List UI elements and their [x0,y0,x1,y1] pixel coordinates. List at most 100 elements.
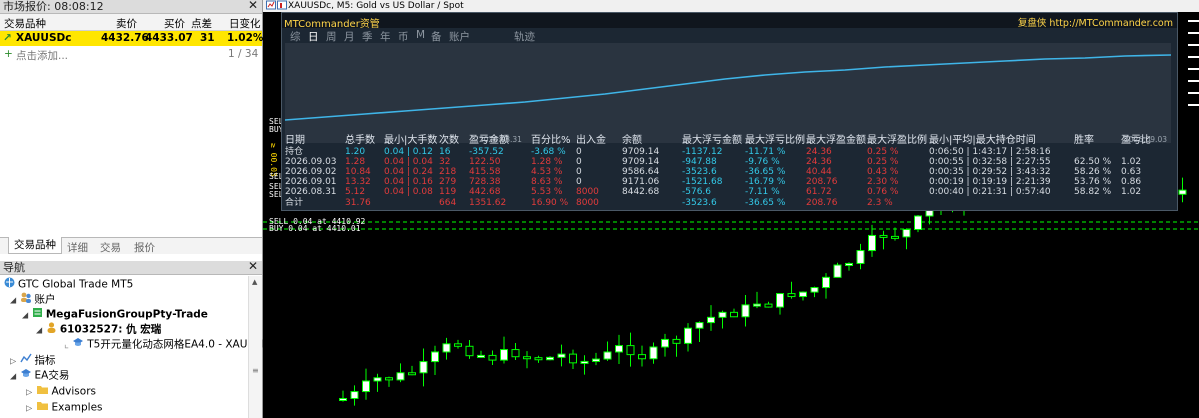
tree-item-indicators[interactable]: ▷ 指标 [10,353,56,367]
column-spread[interactable]: 点差 [191,16,212,31]
tab-notes[interactable]: 备 [431,29,442,44]
tab-symbols[interactable]: 交易品种 [8,237,62,254]
candle-body [730,311,738,318]
candle-body [638,354,646,360]
col-maxup: 最大浮盈金额 [806,135,866,146]
candle-body [753,303,761,307]
tree-item-examples[interactable]: ▷ Examples [26,400,103,414]
cell-flow: 0 [576,147,582,157]
cell-count: 279 [439,177,457,187]
tree-item-label: Examples [51,401,103,414]
cell-balance: 9709.14 [622,157,660,167]
tab-quarterly[interactable]: 季 [362,29,373,44]
cell-pct: 16.90 % [531,198,569,208]
col-maxddp: 最大浮亏比例 [745,135,805,146]
navigator-scrollbar[interactable]: ▲ ≡ [248,276,262,418]
tree-item-account[interactable]: ◢ 61032527: 仇 宏瑞 [36,322,161,336]
cell-pct: 8.63 % [531,177,563,187]
col-ratio: 盈亏比 [1121,135,1151,146]
scroll-up-icon[interactable]: ▲ [252,278,257,286]
close-icon[interactable]: ✕ [248,260,258,273]
expand-icon: ▷ [26,403,33,413]
brand-link[interactable]: 复盘侠 http://MTCommander.com [1018,15,1173,29]
cell-date: 2026.09.03 [285,157,337,167]
tab-track[interactable]: 轨迹 [514,29,535,44]
tree-item-advisors[interactable]: ▷ Advisors [26,384,96,398]
price-scale-mark [1188,68,1199,70]
candle-body [626,345,635,356]
cell-pct: 4.53 % [531,167,563,177]
chart-window[interactable]: XAUUSDc, M5: Gold vs US Dollar / Spot SE… [263,0,1199,418]
tree-item-platform[interactable]: GTC Global Trade MT5 [4,277,133,291]
price-scale-mark [1188,104,1199,106]
cell-win: 58.82 % [1074,187,1112,197]
column-change[interactable]: 日变化 [229,16,261,31]
cell-times: 0:00:55 | 0:32:58 | 2:27:55 [929,157,1051,167]
buy-order-line-label[interactable]: BUY 0.04 at 4410.01 [269,224,361,233]
expand-icon: ▷ [10,356,17,366]
candle-body [787,293,796,298]
cell-count: 218 [439,167,457,177]
add-symbol-row[interactable]: + 点击添加... 1 / 34 [0,47,262,62]
scroll-grip-icon[interactable]: ≡ [252,366,259,375]
cell-maxdd: -3523.6 [682,198,717,208]
price-scale-mark [1188,56,1199,58]
cell-pnl: 442.68 [469,187,501,197]
tab-ticks[interactable]: 报价 [134,240,155,255]
candle-body [649,346,658,360]
cell-balance: 9586.64 [622,167,660,177]
cell-maxupp: 2.30 % [867,177,899,187]
tab-trading[interactable]: 交易 [100,240,121,255]
expert-hat-icon [20,368,32,383]
tab-daily[interactable]: 日 [308,29,319,44]
column-symbol[interactable]: 交易品种 [4,16,46,31]
tree-item-server[interactable]: ◢ MegaFusionGroupPty-Trade [22,307,208,321]
candle-body [339,397,347,401]
col-flow: 出入金 [576,135,606,146]
col-balance: 余额 [622,135,642,146]
cell-minmax: 0.04 | 0.04 [384,157,433,167]
candle-body [845,262,853,266]
tree-item-label: GTC Global Trade MT5 [18,278,134,291]
tree-item-experts[interactable]: ◢ EA交易 [10,368,69,382]
symbol-row[interactable]: ↗ XAUUSDc 4432.76 4433.07 31 1.02% [0,31,263,46]
column-bid[interactable]: 卖价 [116,16,137,31]
users-icon [20,292,32,307]
price-scale-mark [1188,80,1199,82]
cell-date: 2026.09.01 [285,177,337,187]
cell-maxup: 24.36 [806,157,832,167]
cell-maxupp: 0.43 % [867,167,899,177]
table-total-row: 合计 31.76 664 1351.62 16.90 % 8000 -3523.… [285,198,1174,208]
column-ask[interactable]: 买价 [164,16,185,31]
tab-monthly[interactable]: 月 [344,29,355,44]
tab-overview[interactable]: 综 [290,29,301,44]
panel-title: MTCommander资管 [284,19,380,30]
cell-lots: 1.20 [345,147,366,157]
candle-body [523,356,531,360]
candle-body [695,322,704,329]
server-icon [32,307,43,322]
cell-maxdd: -1137.12 [682,147,723,157]
cell-maxddp: -11.71 % [745,147,786,157]
tab-magic[interactable]: M [416,29,425,41]
tab-yearly[interactable]: 年 [380,29,391,44]
stats-table: 日期 总手数 最小|大手数 次数 盈亏金额 百分比% 出入金 余额 最大浮亏金额… [285,136,1174,210]
cell-ratio: 0.63 [1121,167,1142,177]
market-watch-titlebar: 市场报价: 08:08:12 ✕ [0,0,262,14]
tab-weekly[interactable]: 周 [326,29,337,44]
tab-details[interactable]: 详细 [67,240,88,255]
candle-body [488,354,497,361]
cell-ratio: 1.02 [1121,157,1142,167]
tab-account[interactable]: 账户 [449,29,470,44]
tree-item-accounts[interactable]: ◢ 账户 [10,292,56,306]
cell-maxddp: -7.11 % [745,187,780,197]
col-lots: 总手数 [345,135,375,146]
tree-item-expert[interactable]: ⌞ T5开元量化动态网格EA4.0 - XAUUSDc [64,337,276,351]
cell-ratio: 1.02 [1121,187,1142,197]
tab-currency[interactable]: 币 [398,29,409,44]
cell-flow: 8000 [576,198,599,208]
candle-body [856,250,865,264]
candle-body [603,351,612,360]
close-icon[interactable]: ✕ [248,0,258,12]
table-row: 2026.08.31 5.12 0.04 | 0.08 119 442.68 5… [285,187,1174,197]
